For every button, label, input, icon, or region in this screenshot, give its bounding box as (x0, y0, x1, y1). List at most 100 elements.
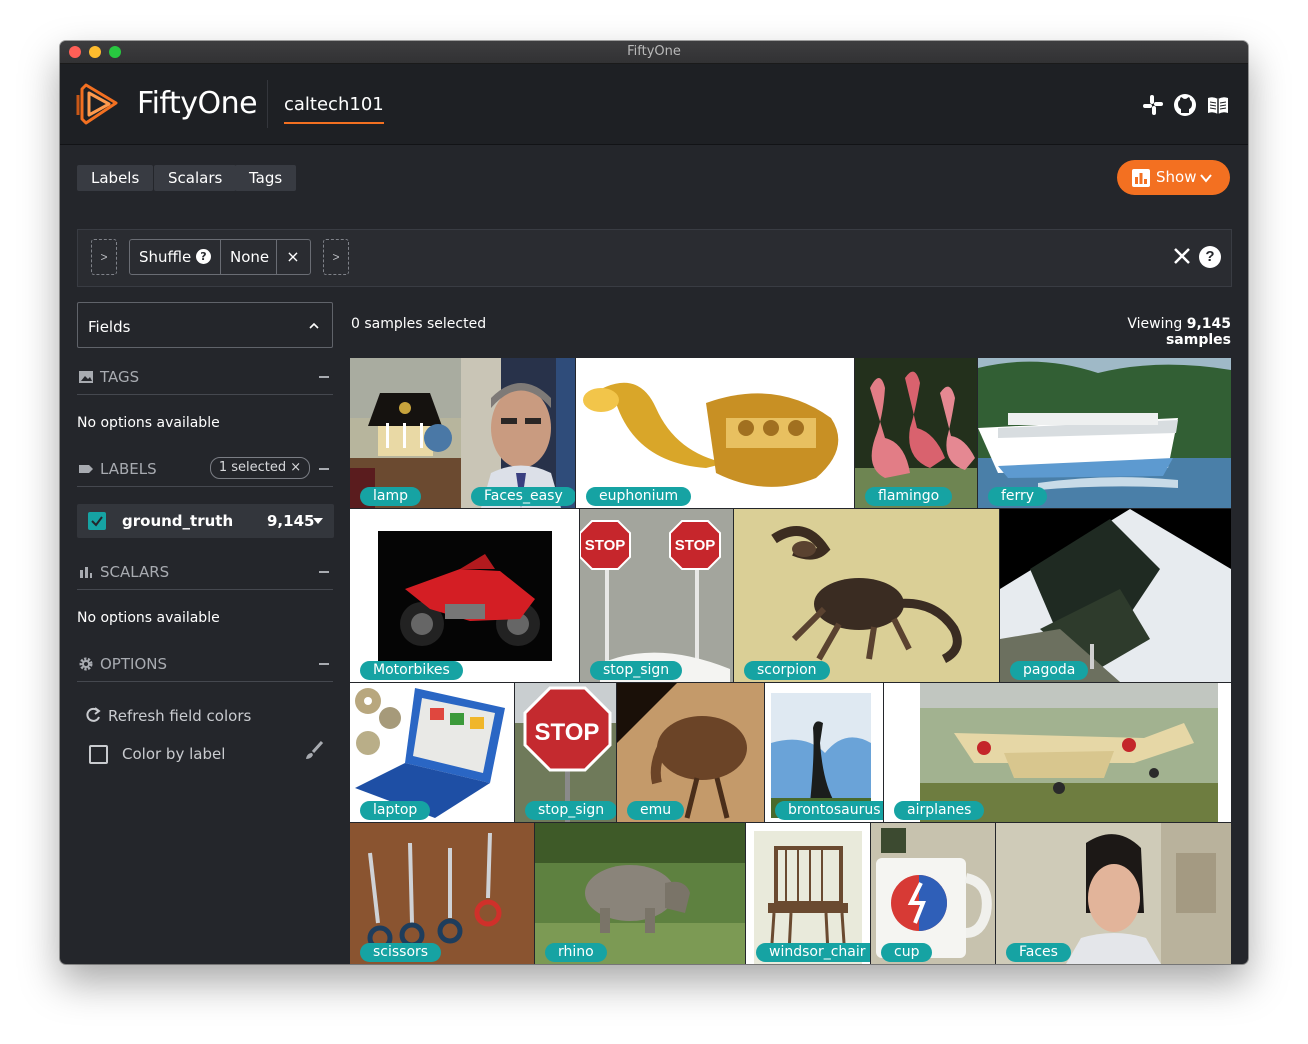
show-label: Show (1156, 168, 1197, 186)
sample-tile[interactable]: laptop (350, 683, 514, 822)
collapse-icon[interactable] (319, 468, 329, 470)
sample-label-badge: flamingo (865, 487, 953, 506)
sample-tile[interactable]: lamp (350, 358, 461, 508)
title-bar: FiftyOne (60, 41, 1248, 64)
selected-filter-pill[interactable]: 1 selected × (210, 457, 310, 479)
tags-title: TAGS (100, 368, 140, 386)
sample-label-badge: lamp (360, 487, 421, 506)
stage-name: Shuffle (139, 248, 192, 266)
sample-tile[interactable]: rhino (535, 823, 745, 964)
sample-label-badge: brontosaurus (775, 801, 883, 820)
sample-thumbnail (350, 358, 461, 508)
docs-book-icon[interactable] (1206, 93, 1230, 117)
sample-label-badge: rhino (545, 943, 607, 962)
sample-label-badge: pagoda (1010, 661, 1089, 680)
sample-thumbnail (734, 509, 999, 682)
stage-help-icon[interactable]: ? (196, 249, 211, 264)
sample-label-badge: laptop (360, 801, 431, 820)
app-header: FiftyOne caltech101 (60, 64, 1248, 145)
stop-sign-text: STOP (535, 719, 600, 746)
label-tag-icon (79, 465, 93, 473)
sample-label-badge: airplanes (894, 801, 985, 820)
stop-sign-text: STOP (585, 537, 626, 554)
scalars-empty-text: No options available (77, 610, 220, 626)
sample-thumbnail (576, 358, 854, 508)
options-section-header[interactable]: OPTIONS (77, 651, 333, 682)
add-stage-button-right[interactable]: > (323, 239, 349, 275)
sample-tile[interactable]: cup (871, 823, 995, 964)
sample-label-badge: stop_sign (525, 801, 616, 820)
caret-down-icon[interactable] (313, 518, 323, 524)
refresh-label: Refresh field colors (108, 707, 252, 725)
show-plots-button[interactable]: Show (1117, 160, 1230, 195)
sample-tile[interactable]: Faces (996, 823, 1231, 964)
remove-stage-button[interactable]: × (276, 240, 310, 274)
sample-tile[interactable]: pagoda (1000, 509, 1231, 682)
sample-tile[interactable]: airplanes (884, 683, 1231, 822)
toolbar: Labels Scalars Tags Show (60, 145, 1248, 211)
sample-tile[interactable]: ferry (978, 358, 1231, 508)
github-icon[interactable] (1173, 93, 1197, 117)
sample-label-badge: ferry (988, 487, 1048, 506)
sample-label-badge: cup (881, 943, 933, 962)
sample-tile[interactable]: scissors (350, 823, 534, 964)
sample-label-badge: stop_sign (590, 661, 683, 680)
scalars-section-header[interactable]: SCALARS (77, 559, 333, 590)
tags-section-header[interactable]: TAGS (77, 364, 333, 395)
help-icon[interactable]: ? (1199, 246, 1221, 268)
checkmark-icon (91, 516, 103, 527)
sample-tile[interactable]: STOP STOP stop_sign (580, 509, 733, 682)
collapse-icon[interactable] (319, 571, 329, 573)
sample-thumbnail (461, 358, 575, 508)
stage-seed-value[interactable]: None (230, 248, 269, 266)
sample-tile[interactable]: brontosaurus (765, 683, 883, 822)
tags-empty-text: No options available (77, 415, 220, 431)
refresh-icon (86, 707, 101, 722)
sample-tile[interactable]: Motorbikes (350, 509, 579, 682)
sample-tile[interactable]: euphonium (576, 358, 854, 508)
field-name: ground_truth (122, 512, 234, 530)
fiftyone-logo-icon[interactable] (76, 81, 122, 127)
options-title: OPTIONS (100, 655, 167, 673)
field-count: 9,145 (267, 512, 315, 530)
clear-stages-icon[interactable] (1172, 246, 1192, 266)
add-stage-button-left[interactable]: > (91, 239, 117, 275)
image-tag-icon (79, 371, 93, 383)
viewing-prefix: Viewing (1127, 316, 1187, 332)
sample-tile[interactable]: flamingo (855, 358, 977, 508)
sample-thumbnail: STOP STOP (580, 509, 733, 682)
samples-selected-text: 0 samples selected (351, 316, 487, 332)
fields-dropdown[interactable]: Fields (77, 302, 333, 348)
sample-label-badge: scissors (360, 943, 442, 962)
sample-tile[interactable]: STOP stop_sign (515, 683, 616, 822)
collapse-icon[interactable] (319, 376, 329, 378)
brand-name: FiftyOne (137, 86, 258, 121)
color-by-label-checkbox[interactable] (89, 745, 108, 764)
labels-section-header[interactable]: LABELS 1 selected × (77, 456, 333, 487)
sample-tile[interactable]: windsor_chair (746, 823, 870, 964)
sample-thumbnail (855, 358, 977, 508)
dataset-selector[interactable]: caltech101 (284, 94, 384, 124)
app-window: FiftyOne FiftyOne caltech101 Labels Scal… (60, 41, 1248, 964)
bar-chart-icon (80, 567, 92, 578)
sample-label-badge: euphonium (586, 487, 692, 506)
bar-chart-icon (1132, 169, 1150, 187)
stop-sign-text: STOP (675, 537, 716, 554)
header-divider (267, 80, 268, 128)
scalars-tab[interactable]: Scalars (154, 165, 237, 191)
slack-icon[interactable] (1141, 93, 1165, 117)
sample-grid: lamp Faces_easy euphonium flamingo ferry… (350, 358, 1231, 964)
sample-tile[interactable]: emu (617, 683, 764, 822)
paintbrush-icon[interactable] (303, 740, 325, 762)
color-by-label-text: Color by label (122, 745, 226, 763)
collapse-icon[interactable] (319, 663, 329, 665)
tags-tab[interactable]: Tags (235, 165, 297, 191)
fields-label: Fields (88, 318, 131, 336)
sample-thumbnail (1000, 509, 1231, 682)
shuffle-stage[interactable]: Shuffle ? None × (129, 239, 311, 275)
field-checkbox[interactable] (88, 512, 106, 530)
labels-tab[interactable]: Labels (77, 165, 154, 191)
field-row-ground-truth[interactable]: ground_truth 9,145 (77, 504, 334, 538)
sample-tile[interactable]: Faces_easy (461, 358, 575, 508)
sample-tile[interactable]: scorpion (734, 509, 999, 682)
